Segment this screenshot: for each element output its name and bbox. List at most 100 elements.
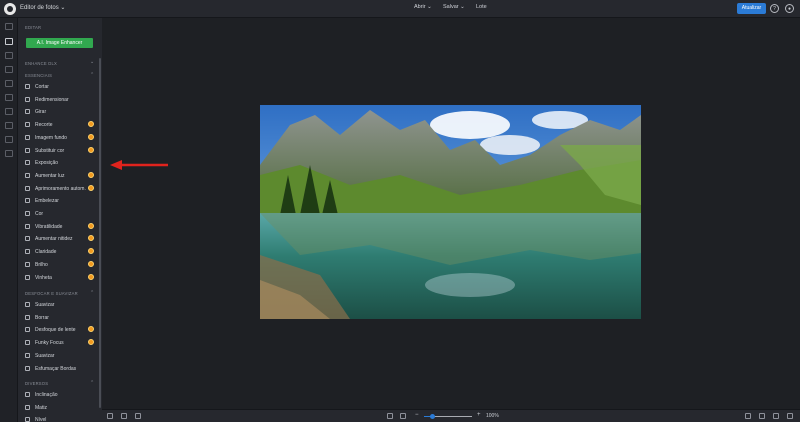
redo-icon[interactable] xyxy=(773,413,779,419)
premium-badge-icon xyxy=(88,184,94,191)
tool-icon xyxy=(25,211,30,216)
menu-abrir[interactable]: Abrir ⌄ xyxy=(414,4,432,10)
tool-label: Brilho xyxy=(35,261,48,268)
enhance-header[interactable]: ENHANCE DLX xyxy=(25,61,57,66)
rail-frames-icon[interactable] xyxy=(5,94,13,101)
mountain-lake-photo xyxy=(260,105,641,319)
menu-lote[interactable]: Lote xyxy=(476,4,487,10)
chevron-up-icon[interactable]: ⌃ xyxy=(90,380,94,386)
tool-label: Aprimoramento autom. xyxy=(35,185,86,192)
rail-graphics-icon[interactable] xyxy=(5,122,13,129)
layers-icon[interactable] xyxy=(107,413,113,419)
flip-icon[interactable] xyxy=(745,413,751,419)
tool-icon xyxy=(25,84,30,89)
chevron-up-icon[interactable]: ⌃ xyxy=(90,72,94,78)
rail-star-icon[interactable] xyxy=(5,66,13,73)
account-icon[interactable]: ● xyxy=(785,4,794,13)
tool-item[interactable]: Suavizar xyxy=(18,299,102,311)
chevron-up-icon[interactable]: ⌃ xyxy=(90,290,94,296)
tool-icon xyxy=(25,109,30,115)
tool-item[interactable]: Redimensionar xyxy=(18,94,102,106)
zoom-out-button[interactable]: − xyxy=(415,412,419,418)
app-title-dropdown[interactable]: Editor de fotos ⌄ xyxy=(20,4,65,11)
tool-label: Suavizar xyxy=(35,302,55,308)
app-logo-icon[interactable] xyxy=(4,3,16,15)
tool-rail xyxy=(0,18,18,422)
zoom-slider[interactable] xyxy=(424,414,472,419)
tool-item[interactable]: Imagem fundo xyxy=(18,132,102,144)
ai-enhancer-button[interactable]: A.I. Image Enhancer xyxy=(26,38,93,48)
premium-badge-icon xyxy=(88,235,94,242)
help-icon[interactable]: ? xyxy=(770,4,779,13)
edit-header: EDITAR xyxy=(25,25,42,30)
rail-layers-icon[interactable] xyxy=(5,150,13,157)
premium-badge-icon xyxy=(88,339,94,346)
tool-icon xyxy=(25,274,30,280)
bottom-toolbar: − + 100% xyxy=(102,409,800,422)
premium-badge-icon xyxy=(88,171,94,178)
premium-badge-icon xyxy=(88,260,94,267)
tool-item[interactable]: Desfoque de lente xyxy=(18,324,102,336)
tool-item[interactable]: Cor xyxy=(18,208,102,220)
tool-item[interactable]: Vinheta xyxy=(18,272,102,284)
tool-item[interactable]: Girar xyxy=(18,106,102,118)
tool-item[interactable]: Brilho xyxy=(18,259,102,271)
tool-icon xyxy=(25,122,30,128)
compare-icon[interactable] xyxy=(135,413,141,419)
tool-item[interactable]: Exposição xyxy=(18,157,102,169)
tool-icon xyxy=(25,236,30,242)
tool-icon xyxy=(25,340,30,346)
tool-item[interactable]: Substituir cor xyxy=(18,145,102,157)
chevron-down-icon[interactable]: ⌄ xyxy=(90,59,94,65)
tool-item[interactable]: Aprimoramento autom. xyxy=(18,183,102,195)
tool-label: Aumentar nitidez xyxy=(35,236,73,243)
rail-effects-icon[interactable] xyxy=(5,52,13,59)
tool-label: Substituir cor xyxy=(35,147,65,154)
premium-badge-icon xyxy=(88,133,94,140)
zoom-slider-handle[interactable] xyxy=(429,414,435,419)
actual-size-icon[interactable] xyxy=(400,413,406,419)
tool-icon xyxy=(25,365,30,371)
update-button[interactable]: Atualizar xyxy=(737,3,766,14)
rail-text-icon[interactable] xyxy=(5,108,13,115)
tool-icon xyxy=(25,160,30,166)
rail-textures-icon[interactable] xyxy=(5,136,13,143)
essentials-header[interactable]: ESSENCIAIS xyxy=(25,73,52,78)
undo-icon[interactable] xyxy=(759,413,765,419)
blur-header[interactable]: DESFOCAR E SUAVIZAR xyxy=(25,291,78,296)
tool-item[interactable]: Funky Focus xyxy=(18,337,102,349)
tool-icon xyxy=(25,147,30,153)
menu-salvar[interactable]: Salvar ⌄ xyxy=(443,4,465,10)
rail-home-icon[interactable] xyxy=(5,23,13,30)
zoom-in-button[interactable]: + xyxy=(477,412,481,418)
tool-item[interactable]: Nível xyxy=(18,414,102,422)
tool-item[interactable]: Esfumaçar Bordas xyxy=(18,363,102,375)
top-bar: Editor de fotos ⌄ Abrir ⌄ Salvar ⌄ Lote … xyxy=(0,0,800,18)
panel-scrollbar[interactable] xyxy=(99,58,101,408)
tool-label: Aumentar luz xyxy=(35,172,65,179)
history-clock-icon[interactable] xyxy=(787,413,793,419)
chevron-down-icon: ⌄ xyxy=(60,5,66,11)
tool-item[interactable]: Matiz xyxy=(18,402,102,414)
rail-touchup-icon[interactable] xyxy=(5,80,13,87)
tool-item[interactable]: Cortar xyxy=(18,81,102,93)
tool-item[interactable]: Suavizar xyxy=(18,350,102,362)
tool-item[interactable]: Embelezar xyxy=(18,195,102,207)
tool-item[interactable]: Claridade xyxy=(18,246,102,258)
tool-item[interactable]: Aumentar luz xyxy=(18,170,102,182)
tool-item[interactable]: Aumentar nitidez xyxy=(18,233,102,245)
tool-icon xyxy=(25,96,30,102)
premium-badge-icon xyxy=(88,222,94,229)
tool-label: Exposição xyxy=(35,160,59,167)
tool-item[interactable]: Inclinação xyxy=(18,389,102,401)
tool-item[interactable]: Vibratilidade xyxy=(18,221,102,233)
fit-screen-icon[interactable] xyxy=(387,413,393,419)
history-icon[interactable] xyxy=(121,413,127,419)
tool-icon xyxy=(25,223,30,229)
tool-icon xyxy=(25,185,30,191)
tool-item[interactable]: Recorte xyxy=(18,119,102,131)
misc-header[interactable]: DIVERSOS xyxy=(25,381,48,386)
rail-adjust-icon[interactable] xyxy=(5,38,13,45)
tool-item[interactable]: Borrar xyxy=(18,312,102,324)
premium-badge-icon xyxy=(88,121,94,128)
